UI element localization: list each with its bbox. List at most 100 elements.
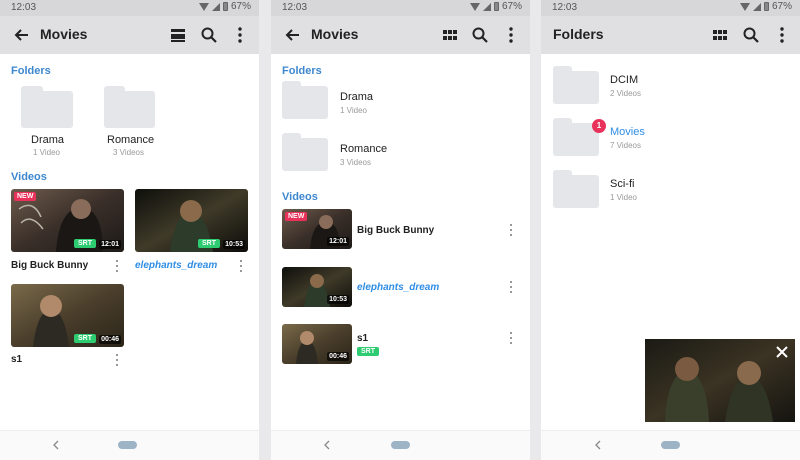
more-vert-icon[interactable] xyxy=(236,259,246,273)
screen-movies-list: 12:03 67% Movies Folders Drama 1 Video R… xyxy=(271,0,530,460)
search-icon[interactable] xyxy=(199,25,219,45)
page-title: Movies xyxy=(311,26,359,42)
more-vert-icon[interactable] xyxy=(112,353,122,367)
folder-count: 1 Video xyxy=(33,148,60,157)
more-vert-icon[interactable] xyxy=(506,223,516,237)
nav-home-pill[interactable] xyxy=(118,441,137,449)
new-badge: NEW xyxy=(285,212,308,221)
page-title: Movies xyxy=(40,26,88,42)
video-title: s1 xyxy=(11,354,23,365)
search-icon[interactable] xyxy=(741,25,761,45)
video-duration: 00:46 xyxy=(99,335,121,344)
status-time: 12:03 xyxy=(552,2,578,13)
folder-count: 2 Videos xyxy=(610,89,641,98)
folder-name: DCIM xyxy=(610,74,639,86)
video-thumbnail: SRT 00:46 xyxy=(11,284,124,347)
video-title: elephants_dream xyxy=(357,282,440,293)
wifi-icon xyxy=(198,2,209,11)
nav-home-pill[interactable] xyxy=(391,441,410,449)
more-vert-icon[interactable] xyxy=(506,331,516,345)
view-list-icon[interactable] xyxy=(168,25,188,45)
view-grid-icon[interactable] xyxy=(710,25,730,45)
video-thumbnail: 10:53 xyxy=(282,267,352,307)
view-grid-icon[interactable] xyxy=(440,25,460,45)
arrow-back-icon[interactable] xyxy=(12,25,32,45)
more-vert-icon[interactable] xyxy=(506,280,516,294)
folder-name: Sci-fi xyxy=(610,178,635,190)
video-duration: 12:01 xyxy=(327,237,349,246)
unread-badge: 1 xyxy=(592,119,606,133)
wifi-icon xyxy=(739,2,750,11)
video-thumbnail: NEW SRT 12:01 xyxy=(11,189,124,252)
status-bar: 12:03 67% xyxy=(0,0,259,16)
folder-count: 3 Videos xyxy=(113,148,144,157)
folder-name: Drama xyxy=(340,91,374,103)
battery-icon xyxy=(493,2,499,11)
app-bar: Movies xyxy=(0,16,259,54)
folder-icon xyxy=(553,170,599,208)
video-title: s1 xyxy=(357,333,369,344)
folder-count: 1 Video xyxy=(340,106,367,115)
folder-icon xyxy=(282,133,328,171)
nav-back-icon[interactable] xyxy=(51,440,61,450)
mini-player-video xyxy=(645,339,795,422)
folder-count: 7 Videos xyxy=(610,141,641,150)
more-vert-icon[interactable] xyxy=(112,259,122,273)
videos-header: Videos xyxy=(11,171,47,183)
folder-count: 1 Video xyxy=(610,193,637,202)
video-thumbnail: 00:46 xyxy=(282,324,352,364)
battery-icon xyxy=(222,2,228,11)
folder-icon xyxy=(553,66,599,104)
status-bar: 12:03 67% xyxy=(271,0,530,16)
nav-bar xyxy=(541,430,800,460)
video-duration: 10:53 xyxy=(223,240,245,249)
folder-icon xyxy=(282,81,328,119)
video-title: Big Buck Bunny xyxy=(11,260,89,271)
close-icon[interactable] xyxy=(775,345,789,359)
signal-icon xyxy=(482,2,491,11)
more-vert-icon[interactable] xyxy=(772,25,792,45)
more-vert-icon[interactable] xyxy=(230,25,250,45)
mini-player[interactable] xyxy=(645,339,795,422)
folder-name: Romance xyxy=(340,143,388,155)
nav-bar xyxy=(0,430,259,460)
srt-badge: SRT xyxy=(357,347,379,356)
folders-header: Folders xyxy=(282,65,322,77)
page-title: Folders xyxy=(553,26,604,42)
video-title: elephants_dream xyxy=(135,260,218,271)
srt-badge: SRT xyxy=(74,239,96,248)
status-time: 12:03 xyxy=(11,2,37,13)
video-thumbnail: SRT 10:53 xyxy=(135,189,248,252)
battery-percent: 67% xyxy=(771,1,792,12)
nav-home-pill[interactable] xyxy=(661,441,680,449)
battery-icon xyxy=(763,2,769,11)
video-duration: 10:53 xyxy=(327,295,349,304)
signal-icon xyxy=(752,2,761,11)
battery-percent: 67% xyxy=(501,1,522,12)
srt-badge: SRT xyxy=(198,239,220,248)
nav-bar xyxy=(271,430,530,460)
folders-header: Folders xyxy=(11,65,51,77)
more-vert-icon[interactable] xyxy=(501,25,521,45)
battery-percent: 67% xyxy=(230,1,251,12)
screen-movies-grid: 12:03 67% Movies Folders Drama 1 Video R… xyxy=(0,0,259,460)
folder-name: Drama xyxy=(31,134,65,146)
folder-count: 3 Videos xyxy=(340,158,371,167)
arrow-back-icon[interactable] xyxy=(283,25,303,45)
srt-badge: SRT xyxy=(74,334,96,343)
video-title: Big Buck Bunny xyxy=(357,225,435,236)
nav-back-icon[interactable] xyxy=(593,440,603,450)
video-duration: 00:46 xyxy=(327,352,349,361)
video-thumbnail: NEW 12:01 xyxy=(282,209,352,249)
video-duration: 12:01 xyxy=(99,240,121,249)
search-icon[interactable] xyxy=(470,25,490,45)
folder-name: Movies xyxy=(610,126,645,138)
nav-back-icon[interactable] xyxy=(322,440,332,450)
new-badge: NEW xyxy=(14,192,37,201)
app-bar: Folders xyxy=(541,16,800,54)
signal-icon xyxy=(211,2,220,11)
folder-name: Romance xyxy=(107,134,155,146)
videos-header: Videos xyxy=(282,191,318,203)
wifi-icon xyxy=(469,2,480,11)
status-bar: 12:03 67% xyxy=(541,0,800,16)
